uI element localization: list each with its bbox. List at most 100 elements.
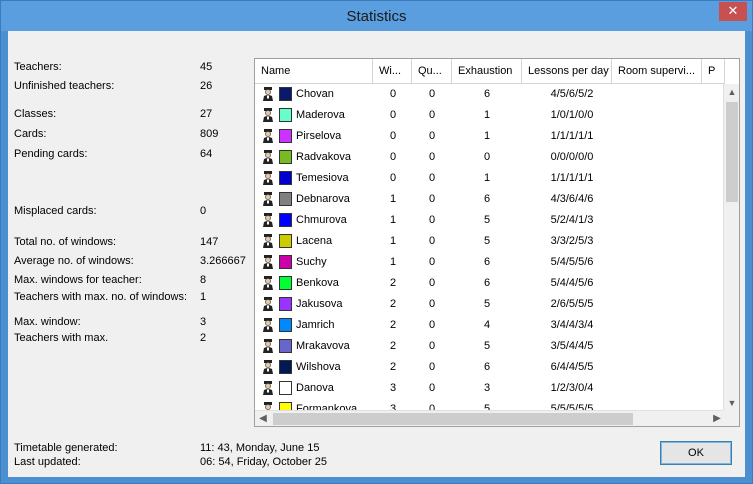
table-row[interactable]: Jamrich 2 0 4 3/4/4/3/4	[255, 315, 713, 336]
vertical-scrollbar[interactable]: ▲ ▼	[723, 84, 739, 411]
quality-cell: 0	[428, 151, 436, 163]
stat-value: 0	[200, 205, 207, 217]
stat-label: Cards:	[14, 128, 47, 140]
teacher-icon	[262, 129, 274, 143]
windows-cell: 1	[389, 256, 397, 268]
teacher-icon	[262, 297, 274, 311]
scroll-up-icon[interactable]: ▲	[724, 84, 739, 100]
teacher-name: Temesiova	[296, 172, 349, 184]
table-row[interactable]: Temesiova 0 0 1 1/1/1/1/1	[255, 168, 713, 189]
stat-label: Max. window:	[14, 316, 81, 328]
scroll-down-icon[interactable]: ▼	[724, 395, 739, 411]
stat-label: Max. windows for teacher:	[14, 274, 142, 286]
table-row[interactable]: Maderova 0 0 1 1/0/1/0/0	[255, 105, 713, 126]
table-row[interactable]: Danova 3 0 3 1/2/3/0/4	[255, 378, 713, 399]
title-bar: Statistics ✕	[1, 1, 752, 31]
scroll-corner	[723, 410, 739, 426]
lessons-per-day-cell: 1/2/3/0/4	[550, 382, 594, 394]
table-row[interactable]: Chovan 0 0 6 4/5/6/5/2	[255, 84, 713, 105]
window-title: Statistics	[346, 8, 407, 25]
windows-cell: 2	[389, 298, 397, 310]
lessons-per-day-cell: 1/1/1/1/1	[550, 130, 594, 142]
stat-value: 26	[200, 80, 213, 92]
windows-cell: 0	[389, 109, 397, 121]
teacher-icon	[262, 318, 274, 332]
quality-cell: 0	[428, 361, 436, 373]
table-row[interactable]: Wilshova 2 0 6 6/4/4/5/5	[255, 357, 713, 378]
table-header: Name Wi... Qu... Exhaustion Lessons per …	[255, 59, 725, 84]
windows-cell: 3	[389, 382, 397, 394]
ok-button[interactable]: OK	[660, 441, 732, 465]
windows-cell: 2	[389, 340, 397, 352]
color-swatch	[279, 192, 292, 206]
stat-value: 27	[200, 108, 213, 120]
stat-value: 8	[200, 274, 207, 286]
quality-cell: 0	[428, 319, 436, 331]
quality-cell: 0	[428, 109, 436, 121]
stat-value: 2	[200, 332, 207, 344]
table-row[interactable]: Lacena 1 0 5 3/3/2/5/3	[255, 231, 713, 252]
column-header-exhaustion[interactable]: Exhaustion	[452, 59, 522, 84]
stat-value: 809	[200, 128, 219, 140]
teacher-name: Pirselova	[296, 130, 342, 142]
timetable-generated-value: 11: 43, Monday, June 15	[200, 442, 320, 454]
windows-cell: 1	[389, 193, 397, 205]
column-header-windows[interactable]: Wi...	[373, 59, 412, 84]
stat-label: Unfinished teachers:	[14, 80, 115, 92]
windows-cell: 1	[389, 235, 397, 247]
exhaustion-cell: 0	[483, 151, 491, 163]
stat-value: 3	[200, 316, 207, 328]
table-row[interactable]: Suchy 1 0 6 5/4/5/5/6	[255, 252, 713, 273]
column-header-room-supervision[interactable]: Room supervi...	[612, 59, 702, 84]
color-swatch	[279, 297, 292, 311]
table-row[interactable]: Jakusova 2 0 5 2/6/5/5/5	[255, 294, 713, 315]
statistics-window: Statistics ✕ Teachers: 45 Unfinished teach…	[0, 0, 753, 484]
teacher-name: Mrakavova	[296, 340, 350, 352]
close-button[interactable]: ✕	[719, 2, 747, 21]
exhaustion-cell: 6	[483, 361, 491, 373]
teachers-table[interactable]: Name Wi... Qu... Exhaustion Lessons per …	[254, 58, 740, 427]
column-header-lessons-per-day[interactable]: Lessons per day	[522, 59, 612, 84]
table-row[interactable]: Mrakavova 2 0 5 3/5/4/4/5	[255, 336, 713, 357]
column-header-quality[interactable]: Qu...	[412, 59, 452, 84]
scroll-left-icon[interactable]: ◀	[255, 411, 271, 426]
color-swatch	[279, 150, 292, 164]
windows-cell: 1	[389, 214, 397, 226]
horizontal-scroll-thumb[interactable]	[273, 413, 633, 425]
teacher-icon	[262, 192, 274, 206]
exhaustion-cell: 5	[483, 298, 491, 310]
stat-label: Pending cards:	[14, 148, 88, 160]
quality-cell: 0	[428, 193, 436, 205]
teacher-icon	[262, 108, 274, 122]
table-row[interactable]: Debnarova 1 0 6 4/3/6/4/6	[255, 189, 713, 210]
windows-cell: 2	[389, 361, 397, 373]
lessons-per-day-cell: 3/4/4/3/4	[550, 319, 594, 331]
table-row[interactable]: Chmurova 1 0 5 5/2/4/1/3	[255, 210, 713, 231]
teacher-name: Wilshova	[296, 361, 341, 373]
column-header-p[interactable]: P	[702, 59, 725, 84]
teacher-name: Chmurova	[296, 214, 347, 226]
stat-label: Teachers with max.	[14, 332, 109, 344]
quality-cell: 0	[428, 130, 436, 142]
column-header-name[interactable]: Name	[255, 59, 373, 84]
exhaustion-cell: 5	[483, 340, 491, 352]
color-swatch	[279, 381, 292, 395]
stat-value: 64	[200, 148, 213, 160]
color-swatch	[279, 276, 292, 290]
stat-label: Classes:	[14, 108, 57, 120]
lessons-per-day-cell: 3/3/2/5/3	[550, 235, 594, 247]
teacher-icon	[262, 234, 274, 248]
table-row[interactable]: Pirselova 0 0 1 1/1/1/1/1	[255, 126, 713, 147]
table-row[interactable]: Radvakova 0 0 0 0/0/0/0/0	[255, 147, 713, 168]
teacher-icon	[262, 150, 274, 164]
color-swatch	[279, 108, 292, 122]
exhaustion-cell: 6	[483, 88, 491, 100]
teacher-name: Jakusova	[296, 298, 343, 310]
vertical-scroll-thumb[interactable]	[726, 102, 738, 202]
color-swatch	[279, 213, 292, 227]
last-updated-label: Last updated:	[14, 456, 81, 468]
exhaustion-cell: 1	[483, 109, 491, 121]
horizontal-scrollbar[interactable]: ◀ ▶	[255, 410, 725, 426]
exhaustion-cell: 5	[483, 214, 491, 226]
table-row[interactable]: Benkova 2 0 6 5/4/4/5/6	[255, 273, 713, 294]
